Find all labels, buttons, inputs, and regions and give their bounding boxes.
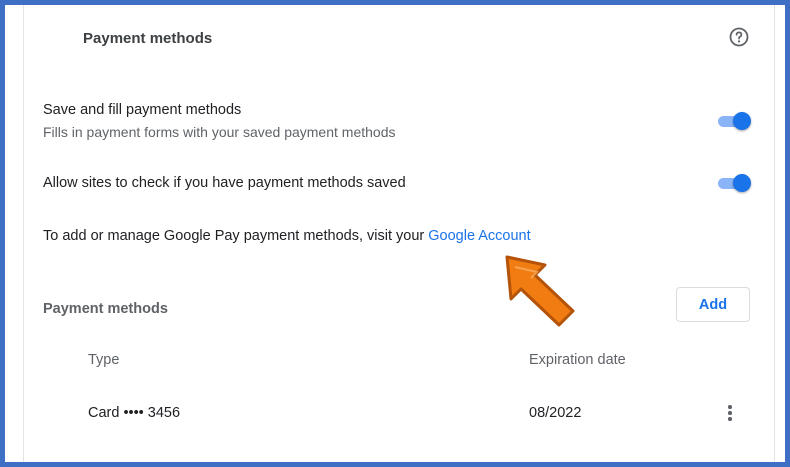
add-payment-button[interactable]: Add	[676, 287, 750, 322]
toggle-knob	[733, 112, 751, 130]
page-title: Payment methods	[83, 30, 213, 47]
google-pay-description: To add or manage Google Pay payment meth…	[43, 228, 429, 244]
column-header-expiration: Expiration date	[529, 352, 626, 368]
payment-methods-label: Payment methods	[43, 301, 168, 317]
google-account-link[interactable]: Google Account	[428, 228, 530, 244]
card-type: Card •••• 3456	[88, 405, 181, 421]
orange-arrow-icon	[505, 255, 575, 327]
more-vert-icon[interactable]	[723, 403, 737, 423]
table-row: Card •••• 3456 08/2022	[43, 390, 755, 436]
save-fill-subtitle: Fills in payment forms with your saved p…	[43, 124, 396, 140]
column-header-type: Type	[88, 352, 120, 368]
save-fill-toggle[interactable]	[716, 111, 752, 131]
allow-check-title: Allow sites to check if you have payment…	[43, 175, 406, 191]
help-circle-icon[interactable]	[728, 26, 750, 48]
card-expiration: 08/2022	[529, 405, 582, 421]
google-pay-text: To add or manage Google Pay payment meth…	[43, 228, 531, 244]
allow-check-toggle[interactable]	[716, 173, 752, 193]
toggle-knob	[733, 174, 751, 192]
settings-frame: risk.com Payment methods Save and fill p…	[5, 5, 785, 462]
save-fill-title: Save and fill payment methods	[43, 102, 242, 118]
